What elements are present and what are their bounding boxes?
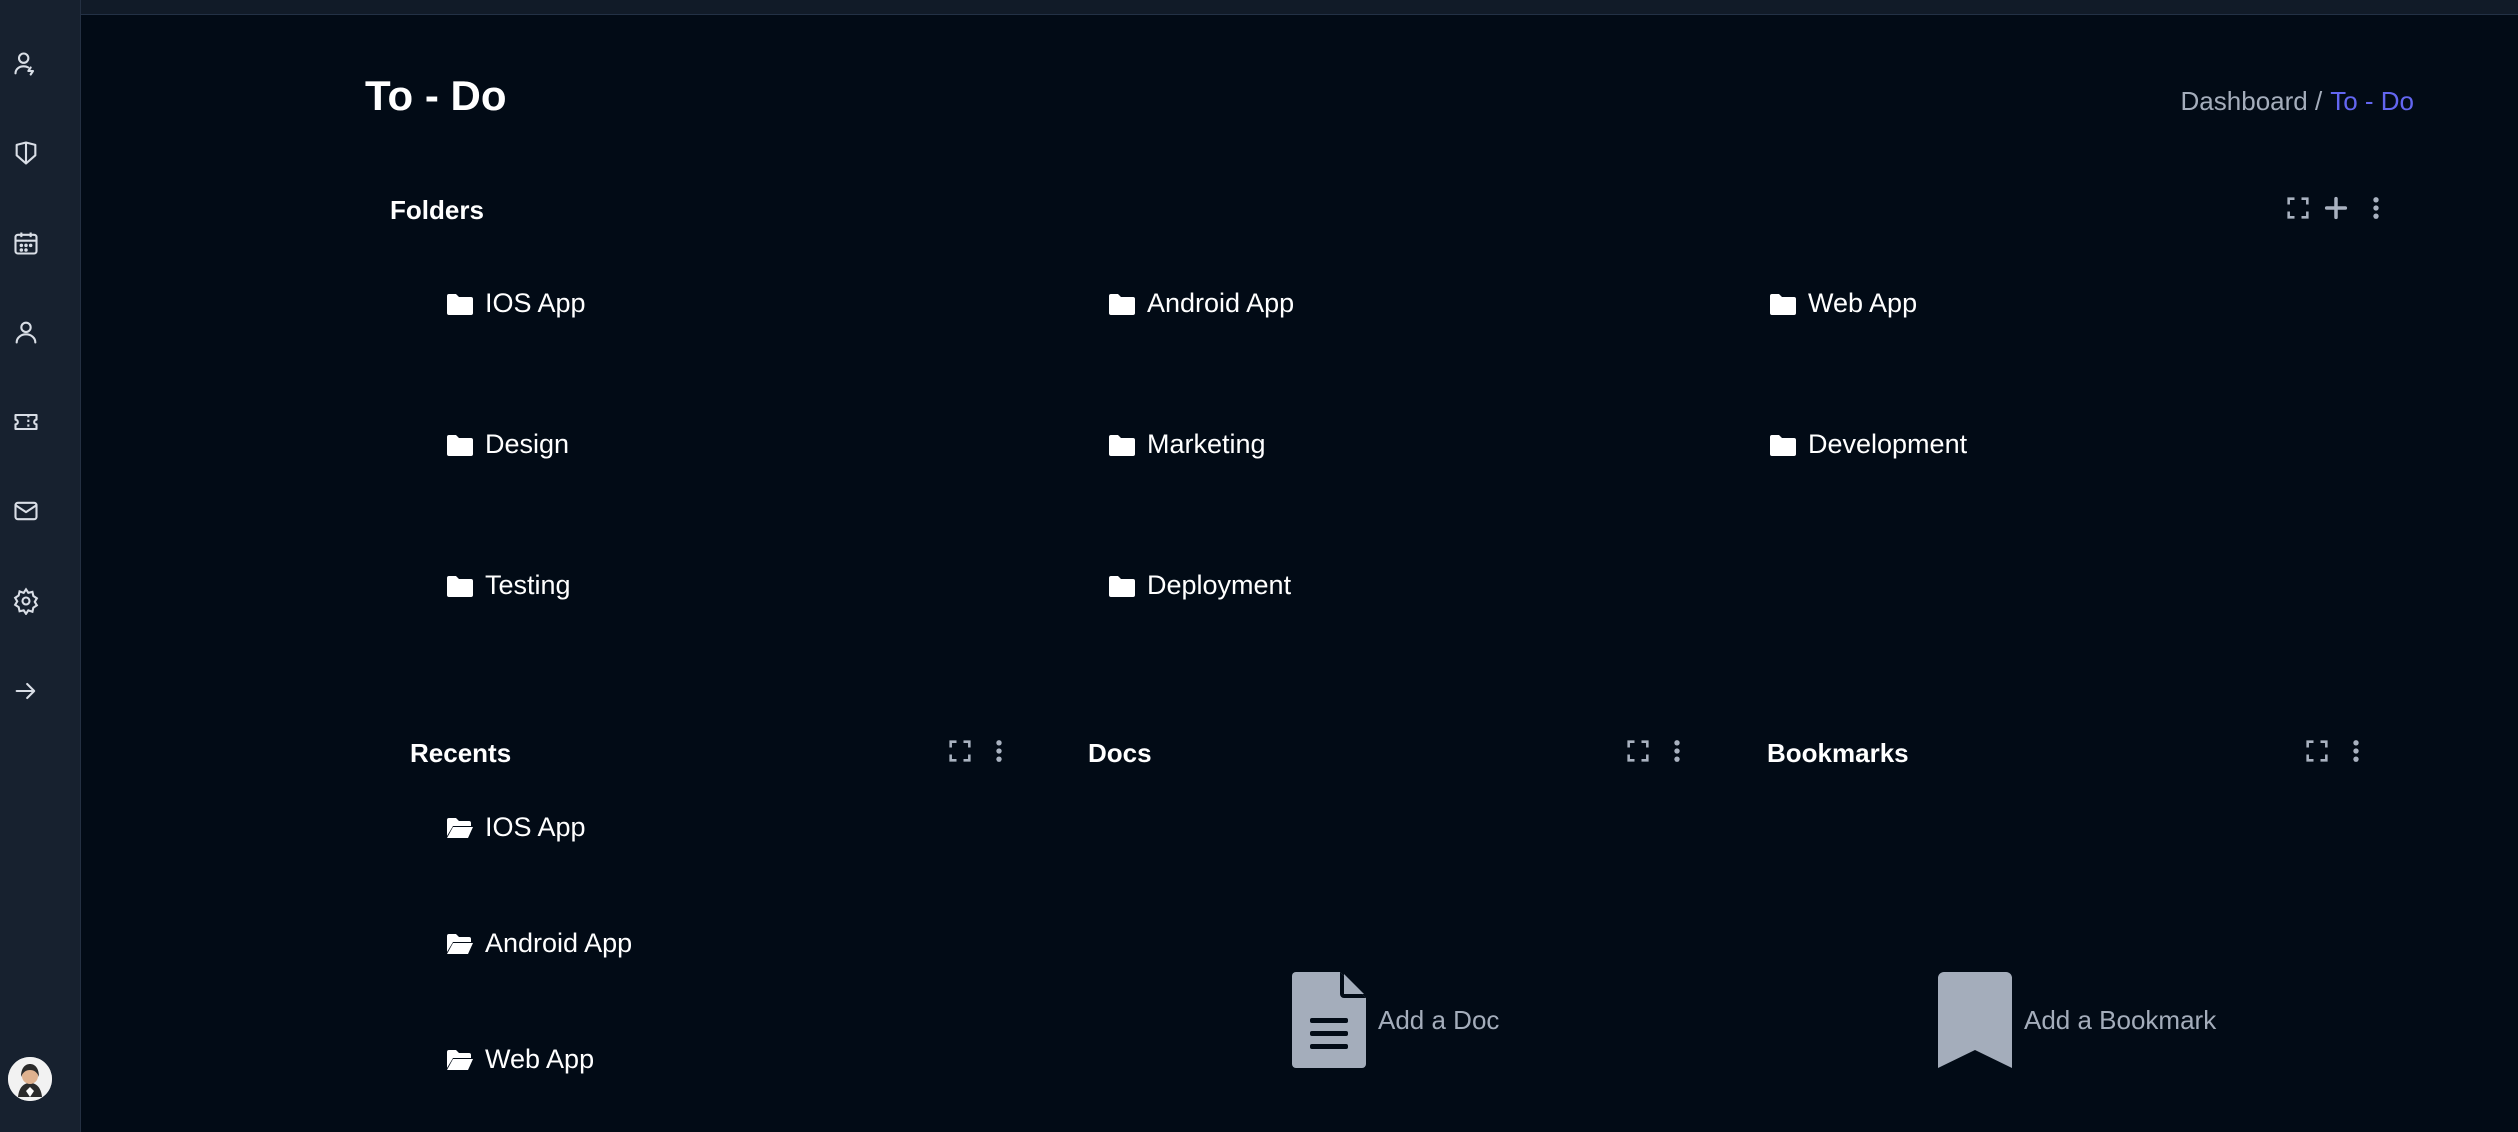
add-bookmark-button[interactable]: Add a Bookmark (1938, 972, 2216, 1068)
breadcrumb-dashboard-link[interactable]: Dashboard / (2181, 86, 2323, 116)
add-doc-label: Add a Doc (1378, 1004, 1500, 1035)
recent-item[interactable]: Android App (447, 928, 632, 959)
recent-item[interactable]: IOS App (447, 812, 586, 843)
folder-icon (447, 434, 473, 456)
folder-item[interactable]: Deployment (1109, 570, 1291, 601)
recent-label: Web App (485, 1044, 595, 1074)
folder-icon (1109, 434, 1135, 456)
calendar-icon[interactable] (12, 229, 40, 257)
folder-icon (1770, 293, 1796, 315)
folder-label: IOS App (485, 288, 586, 318)
folder-icon (1770, 434, 1796, 456)
folder-icon (1109, 575, 1135, 597)
folder-label: Design (485, 429, 570, 459)
add-doc-button[interactable]: Add a Doc (1292, 972, 1499, 1068)
document-icon (1292, 972, 1366, 1068)
breadcrumb-current: To - Do (2330, 86, 2414, 116)
more-vertical-icon[interactable] (1663, 737, 1691, 765)
page-title: To - Do (365, 72, 507, 119)
expand-icon[interactable] (2303, 737, 2331, 765)
folder-item[interactable]: Design (447, 429, 569, 460)
folder-item[interactable]: Web App (1770, 288, 1917, 319)
recent-label: Android App (485, 928, 633, 958)
add-folder-icon[interactable] (2322, 194, 2350, 222)
recent-label: IOS App (485, 812, 586, 842)
recent-item[interactable]: Web App (447, 1044, 594, 1075)
more-vertical-icon[interactable] (985, 737, 1013, 765)
folder-label: Deployment (1147, 570, 1292, 600)
folder-icon (447, 293, 473, 315)
folder-item[interactable]: Testing (447, 570, 571, 601)
folder-label: Development (1808, 429, 1968, 459)
expand-icon[interactable] (1624, 737, 1652, 765)
folders-title: Folders (390, 195, 484, 225)
bookmarks-title: Bookmarks (1767, 738, 1909, 768)
folder-item[interactable]: Android App (1109, 288, 1294, 319)
folder-item[interactable]: IOS App (447, 288, 586, 319)
folder-label: Marketing (1147, 429, 1266, 459)
folder-label: Testing (485, 570, 571, 600)
bookmark-icon (1938, 972, 2012, 1068)
breadcrumb: Dashboard / To - Do (2181, 86, 2414, 117)
expand-icon[interactable] (946, 737, 974, 765)
add-bookmark-label: Add a Bookmark (2024, 1004, 2217, 1035)
folder-open-icon (447, 933, 473, 954)
recents-title: Recents (410, 738, 512, 768)
user-check-icon[interactable] (12, 50, 40, 78)
more-vertical-icon[interactable] (2342, 737, 2370, 765)
tag-icon[interactable] (12, 139, 40, 167)
top-bar (80, 0, 2518, 15)
folder-label: Web App (1808, 288, 1918, 318)
folder-icon (447, 575, 473, 597)
expand-icon[interactable] (2284, 194, 2312, 222)
folder-label: Android App (1147, 288, 1295, 318)
arrow-right-icon[interactable] (12, 677, 40, 705)
folder-open-icon (447, 817, 473, 838)
more-vertical-icon[interactable] (2362, 194, 2390, 222)
user-icon[interactable] (12, 318, 40, 346)
folder-item[interactable]: Development (1770, 429, 1967, 460)
sidebar (0, 0, 81, 1132)
folder-icon (1109, 293, 1135, 315)
folder-item[interactable]: Marketing (1109, 429, 1266, 460)
ticket-icon[interactable] (12, 408, 40, 436)
docs-title: Docs (1088, 738, 1152, 768)
folder-open-icon (447, 1049, 473, 1070)
settings-icon[interactable] (12, 587, 40, 615)
mail-icon[interactable] (12, 497, 40, 525)
avatar[interactable] (8, 1057, 52, 1101)
